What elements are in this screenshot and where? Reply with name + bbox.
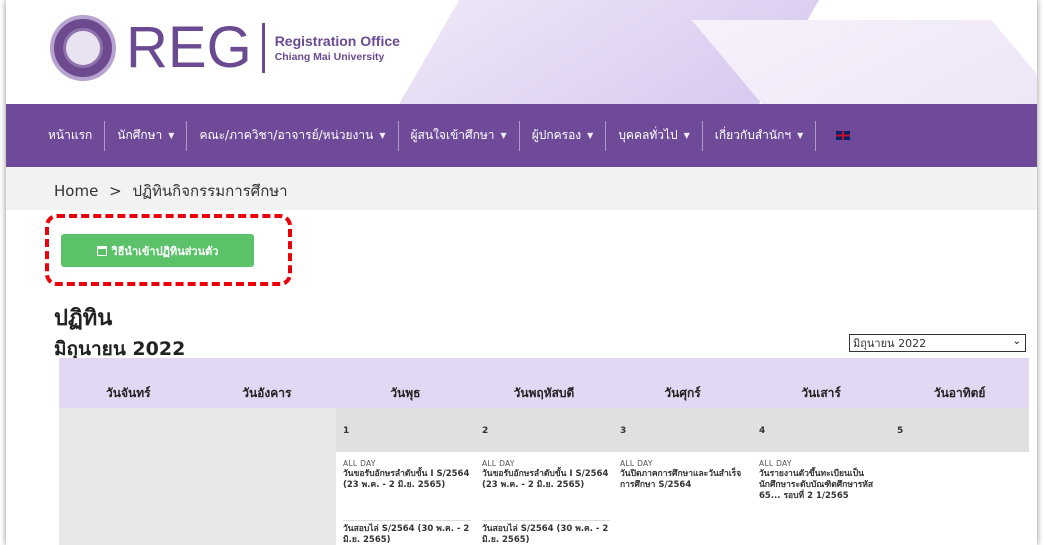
- weekday-fri: วันศุกร์: [664, 386, 701, 400]
- logo-office-name: Registration Office Chiang Mai Universit…: [275, 33, 400, 63]
- breadcrumb: Home > ปฏิทินกิจกรรมการศึกษา: [54, 179, 288, 203]
- page-title: ปฏิทิน: [54, 306, 113, 331]
- nav-home-label: หน้าแรก: [48, 128, 93, 142]
- nav-home[interactable]: หน้าแรก: [36, 120, 106, 151]
- breadcrumb-bar: Home > ปฏิทินกิจกรรมการศึกษา: [6, 167, 1037, 210]
- import-calendar-button[interactable]: วิธีนำเข้าปฏิทินส่วนตัว: [61, 234, 254, 267]
- nav-public[interactable]: บุคคลทั่วไป ▼: [606, 120, 703, 151]
- calendar-event[interactable]: ALL DAY วันขอรับอักษรลำดับขั้น I S/2564 …: [482, 458, 610, 491]
- caret-down-icon: ▼: [168, 131, 175, 140]
- calendar-icon: [96, 245, 107, 256]
- university-seal-icon: [50, 15, 116, 81]
- calendar-date-row: [336, 408, 1029, 452]
- breadcrumb-current: ปฏิทินกิจกรรมการศึกษา: [132, 182, 288, 200]
- nav-faculty-label: คณะ/ภาควิชา/อาจารย์/หน่วยงาน: [199, 128, 374, 142]
- caret-down-icon: ▼: [797, 131, 804, 140]
- event-title: วันรายงานตัวขึ้นทะเบียนเป็นนักศึกษาระดับ…: [759, 469, 874, 501]
- event-all-day-tag: ALL DAY: [759, 459, 792, 468]
- date-2[interactable]: 2: [482, 426, 488, 436]
- event-title: วันขอรับอักษรลำดับขั้น I S/2564 (23 พ.ค.…: [343, 469, 470, 490]
- nav-parents-label: ผู้ปกครอง: [531, 128, 582, 142]
- caret-down-icon: ▼: [587, 131, 594, 140]
- date-5[interactable]: 5: [897, 426, 903, 436]
- event-all-day-tag: ALL DAY: [343, 459, 376, 468]
- logo-reg-text: REG: [126, 15, 252, 80]
- nav-students[interactable]: นักศึกษา ▼: [105, 120, 188, 151]
- weekday-thu: วันพฤหัสบดี: [513, 386, 575, 400]
- calendar-weekday-header: วันจันทร์ วันอังคาร วันพุธ วันพฤหัสบดี ว…: [59, 358, 1029, 408]
- event-all-day-tag: ALL DAY: [620, 459, 653, 468]
- event-all-day-tag: ALL DAY: [482, 459, 515, 468]
- event-title: วันขอรับอักษรลำดับขั้น I S/2564 (23 พ.ค.…: [482, 469, 609, 490]
- nav-parents[interactable]: ผู้ปกครอง ▼: [520, 120, 607, 151]
- office-name-line1: Registration Office: [274, 33, 400, 49]
- highlight-annotation: วิธีนำเข้าปฏิทินส่วนตัว: [45, 214, 292, 286]
- calendar-event[interactable]: ALL DAY วันรายงานตัวขึ้นทะเบียนเป็นนักศึ…: [759, 458, 887, 502]
- nav-prospective[interactable]: ผู้สนใจเข้าศึกษา ▼: [399, 120, 520, 151]
- import-calendar-label: วิธีนำเข้าปฏิทินส่วนตัว: [111, 244, 219, 258]
- nav-about[interactable]: เกี่ยวกับสำนักฯ ▼: [703, 120, 817, 151]
- weekday-sun: วันอาทิตย์: [933, 386, 986, 400]
- month-select[interactable]: มิถุนายน 2022 ⌄: [849, 334, 1026, 352]
- office-name-line2: Chiang Mai University: [274, 51, 385, 63]
- chevron-down-icon: ⌄: [1012, 336, 1021, 347]
- calendar-event[interactable]: วันสอบไล่ S/2564 (30 พ.ค. - 2 มิ.ย. 2565…: [343, 520, 471, 545]
- nav-public-label: บุคคลทั่วไป: [618, 128, 678, 142]
- calendar-empty-cell: [59, 408, 336, 545]
- weekday-sat: วันเสาร์: [801, 386, 841, 400]
- calendar-grid: 1 2 3 4 5 ALL DAY วันขอรับอักษรลำดับขั้น…: [59, 408, 1029, 545]
- caret-down-icon: ▼: [683, 131, 690, 140]
- nav-students-label: นักศึกษา: [117, 128, 163, 142]
- site-logo[interactable]: REG Registration Office Chiang Mai Unive…: [50, 15, 400, 81]
- calendar-event[interactable]: ALL DAY วันปิดภาคการศึกษาและวันสำเร็จการ…: [620, 458, 748, 491]
- weekday-mon: วันจันทร์: [106, 386, 151, 400]
- event-title: วันปิดภาคการศึกษาและวันสำเร็จการศึกษา S/…: [620, 469, 742, 490]
- calendar-event[interactable]: ALL DAY วันขอรับอักษรลำดับขั้น I S/2564 …: [343, 458, 471, 491]
- month-select-value: มิถุนายน 2022: [853, 337, 927, 350]
- caret-down-icon: ▼: [379, 131, 386, 140]
- nav-prospective-label: ผู้สนใจเข้าศึกษา: [410, 128, 495, 142]
- breadcrumb-separator: >: [109, 182, 122, 200]
- weekday-tue: วันอังคาร: [242, 386, 292, 400]
- site-header: REG Registration Office Chiang Mai Unive…: [6, 0, 1037, 104]
- browser-page: REG Registration Office Chiang Mai Unive…: [6, 0, 1037, 545]
- nav-language[interactable]: [816, 121, 862, 151]
- breadcrumb-home[interactable]: Home: [54, 182, 98, 200]
- caret-down-icon: ▼: [500, 131, 507, 140]
- weekday-wed: วันพุธ: [390, 386, 421, 400]
- uk-flag-icon: [836, 131, 851, 140]
- date-3[interactable]: 3: [620, 426, 626, 436]
- nav-about-label: เกี่ยวกับสำนักฯ: [714, 128, 792, 142]
- calendar-event[interactable]: วันสอบไล่ S/2564 (30 พ.ค. - 2 มิ.ย. 2565…: [482, 520, 610, 545]
- logo-divider: [261, 23, 265, 73]
- date-1[interactable]: 1: [343, 426, 349, 436]
- date-4[interactable]: 4: [759, 426, 765, 436]
- main-navbar: หน้าแรก นักศึกษา ▼ คณะ/ภาควิชา/อาจารย์/หน…: [6, 104, 1037, 167]
- nav-faculty[interactable]: คณะ/ภาควิชา/อาจารย์/หน่วยงาน ▼: [187, 120, 399, 151]
